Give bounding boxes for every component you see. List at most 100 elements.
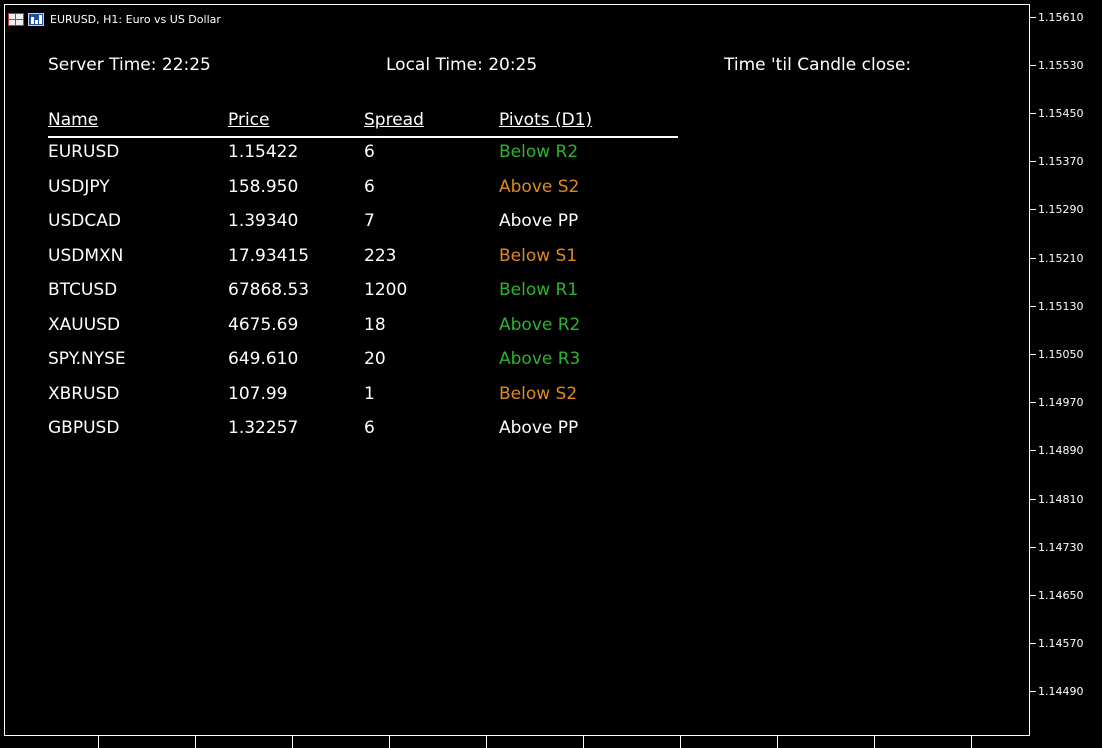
tick-mark [1030,64,1036,66]
symbol-name: XAUUSD [48,314,121,335]
price-axis-label: 1.14890 [1030,444,1084,458]
tick-mark [1030,546,1036,548]
table-row: USDCAD 1.39340 7 Above PP [48,211,678,246]
symbol-pivot-status: Below R1 [499,280,579,300]
price-axis-label: 1.14490 [1030,685,1084,699]
table-row: EURUSD 1.15422 6 Below R2 [48,142,678,177]
price-axis-label: 1.14650 [1030,588,1084,602]
chart-title-bar: EURUSD, H1: Euro vs US Dollar [8,9,221,29]
price-axis-label: 1.14970 [1030,396,1084,410]
price-label-text: 1.14570 [1038,637,1084,651]
data-window-icon[interactable] [8,12,24,26]
symbol-name: SPY.NYSE [48,349,126,369]
symbol-price: 158.950 [228,176,299,197]
tick-mark [1030,643,1036,645]
price-axis-label: 1.14570 [1030,637,1084,651]
price-label-text: 1.14650 [1038,588,1084,602]
symbol-name: XBRUSD [48,383,120,404]
time-axis[interactable] [4,736,1030,748]
price-label-text: 1.15450 [1038,106,1084,120]
symbol-spread: 6 [364,142,375,162]
symbol-spread: 6 [364,176,375,197]
price-axis-label: 1.15370 [1030,155,1084,169]
symbol-name: EURUSD [48,142,120,162]
price-axis-label: 1.15050 [1030,347,1084,361]
symbol-name: USDJPY [48,176,110,197]
price-axis-label: 1.15290 [1030,203,1084,217]
symbol-spread: 18 [364,314,386,335]
column-header-pivots: Pivots (D1) [499,110,593,130]
symbol-spread: 6 [364,418,375,438]
symbol-pivot-status: Above PP [499,211,579,231]
price-label-text: 1.14810 [1038,492,1084,506]
time-axis-tick [680,736,681,748]
time-axis-tick [389,736,390,748]
chart-title: EURUSD, H1: Euro vs US Dollar [50,12,221,26]
symbol-price: 4675.69 [228,314,299,335]
symbol-spread: 223 [364,245,397,266]
tick-mark [1030,305,1036,307]
table-row: GBPUSD 1.32257 6 Above PP [48,418,678,453]
price-axis-label: 1.15450 [1030,106,1084,120]
price-label-text: 1.14730 [1038,540,1084,554]
table-row: SPY.NYSE 649.610 20 Above R3 [48,349,678,384]
price-label-text: 1.15610 [1038,10,1084,24]
symbol-pivot-status: Below R2 [499,142,579,162]
symbol-price: 1.15422 [228,142,299,162]
price-label-text: 1.15210 [1038,251,1084,265]
price-label-text: 1.15530 [1038,58,1084,72]
symbol-name: USDCAD [48,211,121,231]
tick-mark [1030,257,1036,259]
symbol-name: GBPUSD [48,418,120,438]
table-row: XAUUSD 4675.69 18 Above R2 [48,315,678,350]
local-time: Local Time: 20:25 [386,55,538,75]
time-axis-tick [486,736,487,748]
time-axis-tick [292,736,293,748]
chart-type-icon[interactable] [28,12,44,26]
table-row: BTCUSD 67868.53 1200 Below R1 [48,280,678,315]
price-axis-label: 1.15130 [1030,299,1084,313]
tick-mark [1030,209,1036,211]
tick-mark [1030,594,1036,596]
symbol-pivot-status: Above S2 [499,176,580,197]
time-axis-tick [777,736,778,748]
tick-mark [1030,161,1036,163]
price-axis-label: 1.15210 [1030,251,1084,265]
symbol-price: 67868.53 [228,280,310,300]
symbol-spread: 1200 [364,280,408,300]
table-body: EURUSD 1.15422 6 Below R2 USDJPY 158.950 6 Abov… [48,142,678,453]
price-axis-label: 1.14810 [1030,492,1084,506]
symbol-table: Name Price Spread Pivots (D1) EURUSD 1.15… [48,110,678,453]
symbol-price: 17.93415 [228,245,310,266]
symbol-price: 649.610 [228,349,299,369]
table-row: USDJPY 158.950 6 Above S2 [48,177,678,212]
candle-close-time: Time 'til Candle close: [724,55,912,75]
tick-mark [1030,353,1036,355]
symbol-pivot-status: Below S1 [499,245,578,266]
price-axis-label: 1.14730 [1030,540,1084,554]
table-header: Name Price Spread Pivots (D1) [48,110,678,138]
price-label-text: 1.14970 [1038,396,1084,410]
symbol-pivot-status: Above R2 [499,314,581,335]
time-axis-tick [98,736,99,748]
time-axis-tick [874,736,875,748]
symbol-price: 1.32257 [228,418,299,438]
symbol-price: 1.39340 [228,211,299,231]
tick-mark [1030,691,1036,693]
tick-mark [1030,498,1036,500]
tick-mark [1030,16,1036,18]
tick-mark [1030,402,1036,404]
price-axis[interactable]: 1.15610 1.15530 1.15450 1.15370 1.15290 1.152… [1030,0,1102,736]
table-row: XBRUSD 107.99 1 Below S2 [48,384,678,419]
symbol-spread: 20 [364,349,386,369]
price-label-text: 1.15370 [1038,155,1084,169]
symbol-pivot-status: Below S2 [499,383,578,404]
server-time: Server Time: 22:25 [48,55,211,75]
tick-mark [1030,450,1036,452]
symbol-name: BTCUSD [48,280,118,300]
column-header-name: Name [48,110,99,130]
time-axis-tick [583,736,584,748]
price-label-text: 1.14490 [1038,685,1084,699]
symbol-spread: 7 [364,211,375,231]
symbol-pivot-status: Above R3 [499,349,581,369]
